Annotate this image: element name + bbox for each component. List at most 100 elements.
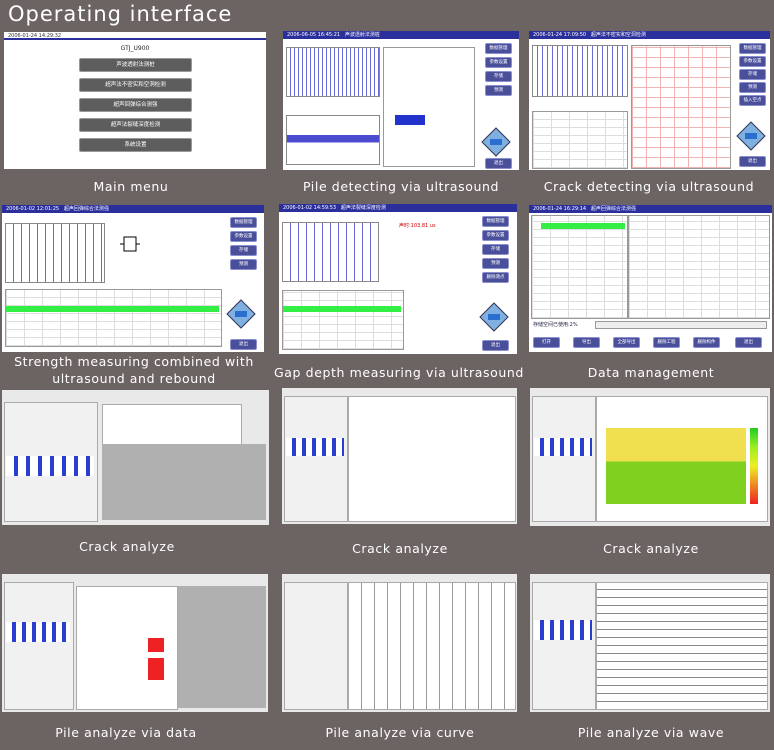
strength-btn-preview[interactable]: 预测	[230, 259, 257, 270]
data-management-screenshot: 2006-01-24 16:29:14 超声回弹综合法测强 存储空间已使用:2%…	[529, 205, 772, 352]
menu-item-pile[interactable]: 声波透射法测桩	[79, 58, 192, 72]
data-project-list[interactable]	[531, 215, 628, 319]
menu-item-crack[interactable]: 超声法不密实和空洞检测	[79, 78, 192, 92]
pile-btn-preview[interactable]: 预测	[485, 85, 512, 96]
caption-crack-analyze-1: Crack analyze	[79, 539, 175, 554]
pile-analyze-curve-screenshot	[282, 574, 517, 712]
caption-pile-detect: Pile detecting via ultrasound	[302, 179, 500, 194]
strength-btn-exit[interactable]: 退出	[230, 339, 257, 350]
pile-nav-pad-icon[interactable]	[481, 127, 511, 157]
crack3-wave	[534, 438, 592, 456]
data-btn-exit[interactable]: 退出	[735, 337, 762, 348]
strength-selected-row	[6, 306, 219, 312]
crack3-left-panel	[532, 396, 596, 522]
gap-btn-save[interactable]: 存储	[482, 244, 509, 255]
crack1-gray-area	[102, 444, 266, 520]
page-title: Operating interface	[8, 2, 233, 26]
data-btn-export-all[interactable]: 全部导出	[613, 337, 640, 348]
crack2-wave	[286, 438, 344, 456]
piledata-wave	[6, 622, 70, 642]
pile-btn-exit[interactable]: 退出	[485, 158, 512, 169]
crack-header: 2006-01-24 17:09:50 超声法不密实和空洞检测	[529, 31, 770, 39]
crack1-wave	[6, 456, 94, 476]
crack3-heatmap	[606, 428, 746, 504]
caption-crack-analyze-3: Crack analyze	[603, 541, 699, 556]
crack-table	[532, 111, 628, 169]
gap-btn-params[interactable]: 参数设置	[482, 230, 509, 241]
pile-chart-panel	[383, 47, 475, 167]
crack-analyze-1-screenshot	[2, 390, 269, 525]
strength-table	[5, 289, 222, 347]
piledata-red-cell-1	[148, 638, 164, 652]
caption-crack-detect: Crack detecting via ultrasound	[543, 179, 755, 194]
strength-btn-params[interactable]: 参数设置	[230, 231, 257, 242]
device-name: GTJ_U900	[120, 45, 150, 52]
pile-detect-screenshot: 2006-06-05 16:45:21 声波透射法测桩 数据管理 参数设置 存储…	[283, 31, 519, 170]
data-btn-delete-member[interactable]: 删除构件	[693, 337, 720, 348]
crack1-table	[102, 404, 242, 446]
caption-main-menu: Main menu	[93, 179, 169, 194]
caption-data-management: Data management	[587, 365, 715, 380]
caption-pile-analyze-wave: Pile analyze via wave	[577, 725, 725, 740]
pile-analyze-data-screenshot	[2, 574, 268, 712]
pilecurve-left-panel	[284, 582, 348, 710]
pilewave-chart	[596, 582, 768, 710]
gap-depth-screenshot: 2006-01-02 14:59:53 超声法裂缝深度检测 声时:103.81 …	[279, 204, 517, 354]
caption-strength: Strength measuring combined with ultraso…	[14, 354, 254, 386]
pilewave-left-panel	[532, 582, 596, 710]
crack-btn-exit[interactable]: 退出	[739, 156, 766, 167]
pile-btn-params[interactable]: 参数设置	[485, 57, 512, 68]
gap-waveform	[282, 222, 379, 282]
strength-btn-save[interactable]: 存储	[230, 245, 257, 256]
strength-header: 2006-01-02 12:01:25 超声回弹综合法测强	[2, 205, 264, 213]
crack-btn-params[interactable]: 参数设置	[739, 56, 766, 67]
caption-crack-analyze-2: Crack analyze	[352, 541, 448, 556]
crack3-legend	[750, 428, 758, 504]
data-btn-delete-project[interactable]: 删除工程	[653, 337, 680, 348]
piledata-left-panel	[4, 582, 74, 710]
pile-bar	[395, 115, 425, 125]
pile-btn-save[interactable]: 存储	[485, 71, 512, 82]
gap-btn-data[interactable]: 数据管理	[482, 216, 509, 227]
crack-analyze-2-screenshot	[282, 388, 517, 524]
pile-btn-data[interactable]: 数据管理	[485, 43, 512, 54]
gap-readout: 声时:103.81 us	[399, 223, 436, 229]
gap-btn-delete[interactable]: 删除测点	[482, 272, 509, 283]
gap-selected-row	[283, 306, 401, 312]
caption-gap-depth: Gap depth measuring via ultrasound	[274, 365, 524, 380]
data-btn-export[interactable]: 导出	[573, 337, 600, 348]
pile-header: 2006-06-05 16:45:21 声波透射法测桩	[283, 31, 519, 39]
data-project-selected	[541, 223, 625, 229]
gap-btn-exit[interactable]: 退出	[482, 340, 509, 351]
piledata-red-cell-2	[148, 658, 164, 680]
crack2-left-panel	[284, 396, 348, 522]
strength-nav-pad-icon[interactable]	[226, 299, 256, 329]
pile-waveform-2	[286, 115, 380, 165]
menu-item-gap[interactable]: 超声法裂缝深度检测	[79, 118, 192, 132]
caption-pile-analyze-curve: Pile analyze via curve	[325, 725, 475, 740]
crack-btn-insert[interactable]: 插入空点	[739, 95, 766, 106]
crack-nav-pad-icon[interactable]	[736, 121, 766, 151]
data-storage-text: 存储空间已使用:2%	[533, 322, 578, 328]
strength-screenshot: 2006-01-02 12:01:25 超声回弹综合法测强 数据管理 参数设置 …	[2, 205, 264, 352]
data-header: 2006-01-24 16:29:14 超声回弹综合法测强	[529, 205, 772, 213]
gap-header: 2006-01-02 14:59:53 超声法裂缝深度检测	[279, 204, 517, 212]
piledata-gray-area	[178, 586, 266, 708]
pile-analyze-wave-screenshot	[530, 574, 770, 712]
gap-btn-preview[interactable]: 预测	[482, 258, 509, 269]
caption-pile-analyze-data: Pile analyze via data	[55, 725, 197, 740]
menu-item-strength[interactable]: 超声回弹综合测强	[79, 98, 192, 112]
crack-analyze-3-screenshot	[530, 388, 770, 526]
data-btn-open[interactable]: 打开	[533, 337, 560, 348]
strength-btn-data[interactable]: 数据管理	[230, 217, 257, 228]
crack-btn-preview[interactable]: 预测	[739, 82, 766, 93]
crack-waveform	[532, 45, 628, 97]
battery-icon	[120, 236, 140, 252]
menu-item-settings[interactable]: 系统设置	[79, 138, 192, 152]
gap-nav-pad-icon[interactable]	[479, 302, 509, 332]
pilecurve-chart	[348, 582, 516, 710]
data-member-list[interactable]	[628, 215, 770, 319]
crack-btn-save[interactable]: 存储	[739, 69, 766, 80]
crack-grid	[631, 45, 731, 169]
crack-btn-data[interactable]: 数据管理	[739, 43, 766, 54]
